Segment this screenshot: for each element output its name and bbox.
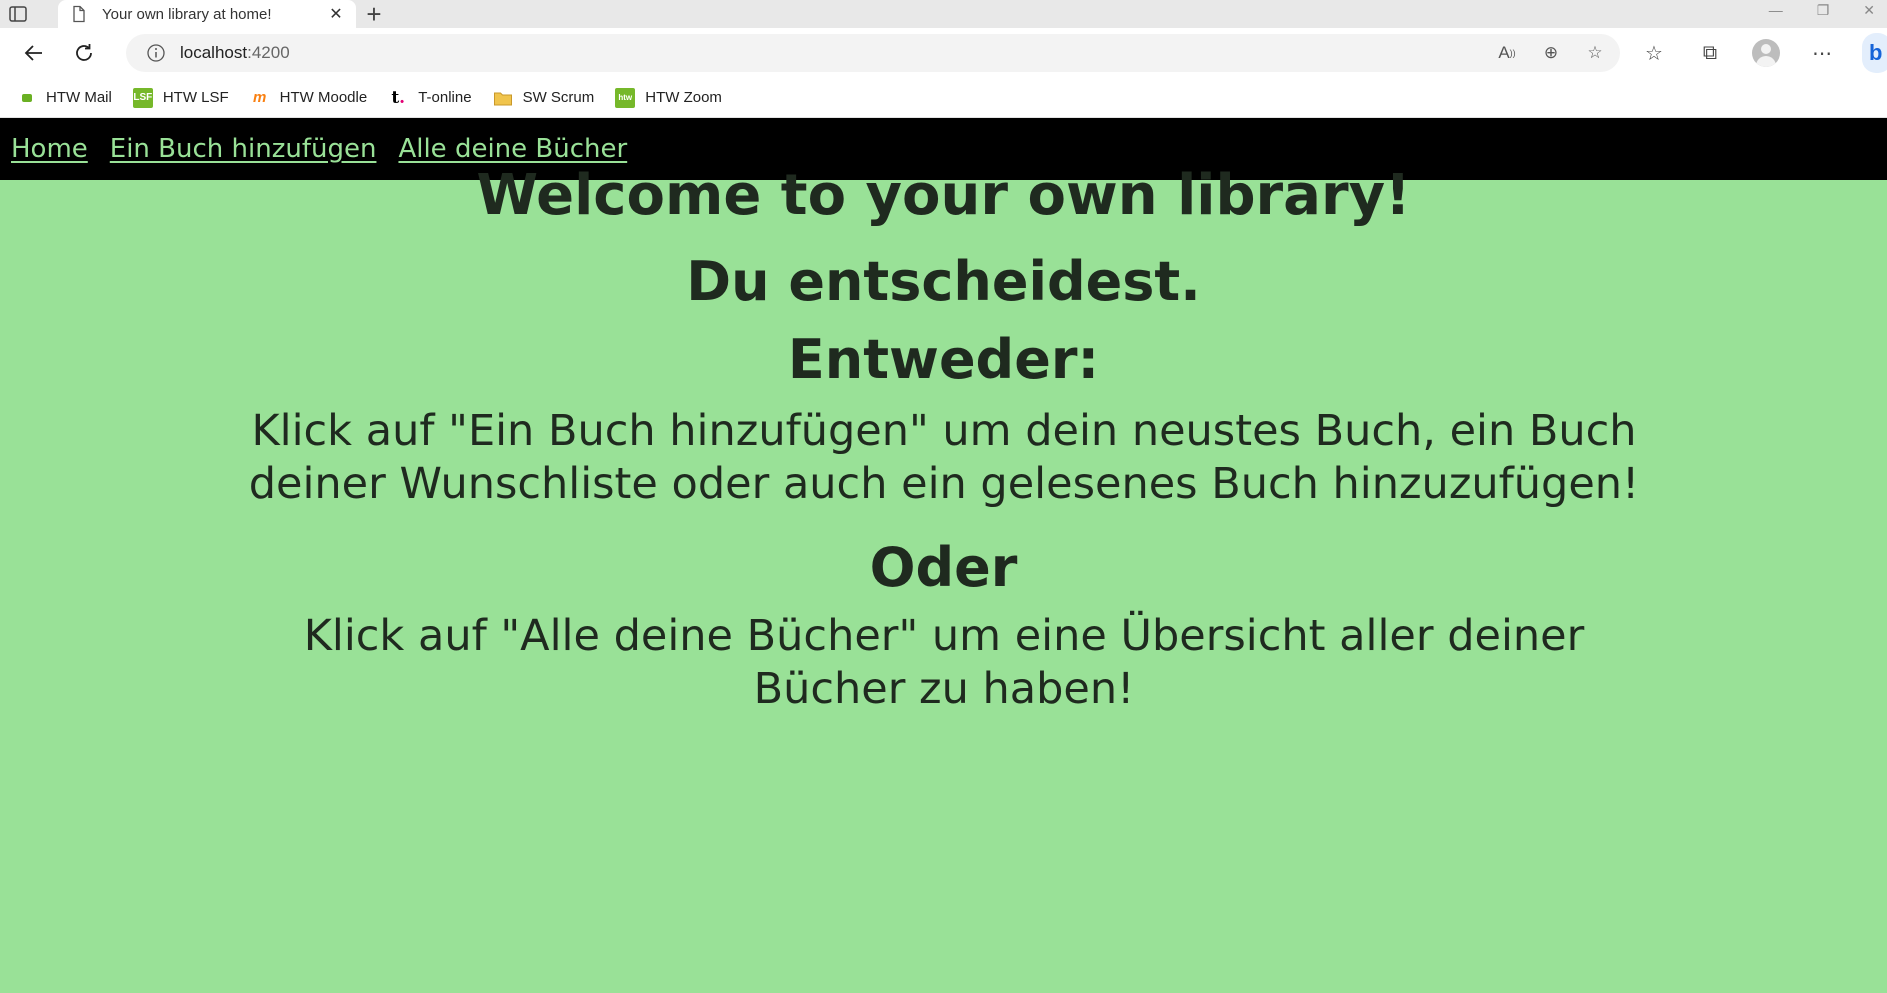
new-tab-button[interactable]: + <box>356 0 392 29</box>
bookmark-label: SW Scrum <box>522 89 595 106</box>
avatar <box>1752 39 1780 67</box>
bookmark-label: T-online <box>418 89 472 106</box>
url-host: localhost <box>180 43 248 62</box>
zoom-icon[interactable]: ⊕ <box>1540 42 1562 64</box>
profile-button[interactable] <box>1750 35 1782 71</box>
bookmarks-bar: HTW Mail LSF HTW LSF m HTW Moodle t. T-o… <box>0 78 1887 118</box>
tab-actions-button[interactable] <box>0 0 36 28</box>
url-port: :4200 <box>247 43 290 62</box>
either-description: Klick auf "Ein Buch hinzufügen" um dein … <box>248 406 1640 509</box>
back-button[interactable] <box>14 33 54 73</box>
page-icon <box>73 5 85 23</box>
htw-zoom-icon: htw <box>615 87 636 108</box>
copilot-icon[interactable]: b <box>1862 33 1887 73</box>
bookmark-sw-scrum[interactable]: SW Scrum <box>493 88 595 108</box>
nav-link-add-book[interactable]: Ein Buch hinzufügen <box>110 134 377 164</box>
favorites-icon[interactable]: ☆ <box>1638 35 1670 71</box>
tab-actions-icon <box>9 6 27 22</box>
address-bar-row: localhost:4200 A)) ⊕ ☆ ☆ ⧉ ⋯ b <box>0 28 1887 78</box>
restore-icon[interactable]: ❐ <box>1817 2 1830 19</box>
url-text[interactable]: localhost:4200 <box>180 43 290 63</box>
htw-mail-icon <box>22 93 32 102</box>
folder-icon <box>493 88 513 108</box>
or-heading: Oder <box>869 536 1018 599</box>
htw-lsf-icon: LSF <box>132 87 153 108</box>
bookmark-label: HTW Zoom <box>645 89 722 106</box>
bookmark-htw-zoom[interactable]: htw HTW Zoom <box>615 87 722 108</box>
bookmark-t-online[interactable]: t. T-online <box>388 88 471 108</box>
or-description: Klick auf "Alle deine Bücher" um eine Üb… <box>303 611 1585 714</box>
nav-link-home[interactable]: Home <box>11 134 88 164</box>
t-online-icon: t. <box>391 87 406 108</box>
more-options-icon[interactable]: ⋯ <box>1806 35 1838 71</box>
back-arrow-icon <box>24 45 42 61</box>
bookmark-htw-lsf[interactable]: LSF HTW LSF <box>132 87 229 108</box>
close-tab-icon[interactable]: ✕ <box>326 4 346 24</box>
tab-bar: Your own library at home! ✕ + — ❐ ✕ <box>0 0 1887 29</box>
read-aloud-icon[interactable]: A)) <box>1496 42 1518 64</box>
decide-heading: Du entscheidest. <box>686 250 1201 313</box>
browser-tab[interactable]: Your own library at home! ✕ <box>58 0 356 28</box>
window-controls: — ❐ ✕ <box>1769 0 1887 20</box>
collections-icon[interactable]: ⧉ <box>1694 35 1726 71</box>
minimize-icon[interactable]: — <box>1769 2 1783 18</box>
add-favorite-icon[interactable]: ☆ <box>1584 42 1606 64</box>
bookmark-label: HTW Mail <box>46 89 112 106</box>
welcome-heading: Welcome to your own library! <box>476 163 1411 228</box>
bookmark-label: HTW LSF <box>162 89 229 106</box>
either-heading: Entweder: <box>787 328 1100 391</box>
reload-icon <box>76 44 92 61</box>
moodle-icon: m <box>253 89 267 106</box>
close-window-icon[interactable]: ✕ <box>1863 2 1875 19</box>
reload-button[interactable] <box>64 33 104 73</box>
bookmark-htw-moodle[interactable]: m HTW Moodle <box>250 88 368 108</box>
tab-title: Your own library at home! <box>102 5 272 23</box>
nav-link-all-books[interactable]: Alle deine Bücher <box>398 134 627 164</box>
address-bar[interactable]: localhost:4200 A)) ⊕ ☆ <box>126 34 1620 72</box>
bookmark-htw-mail[interactable]: HTW Mail <box>20 89 112 106</box>
site-info-icon[interactable] <box>146 43 166 63</box>
bookmark-label: HTW Moodle <box>279 89 368 106</box>
